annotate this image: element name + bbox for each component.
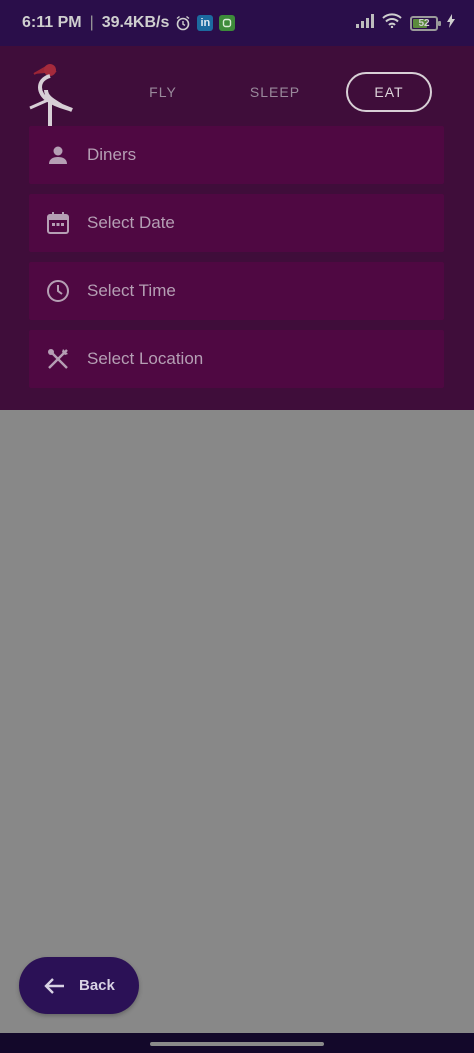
category-tabs: FLY SLEEP EAT [110,72,440,112]
charging-icon [446,13,456,33]
date-field[interactable]: Select Date [29,194,444,252]
clock-icon [45,278,71,304]
back-label: Back [79,977,115,994]
home-gesture-handle[interactable] [150,1042,324,1046]
status-bar: 6:11 PM | 39.4KB/s in 52 [0,0,474,46]
status-separator: | [89,14,94,31]
signal-icon [356,13,374,33]
calendar-icon [45,210,71,236]
network-speed: 39.4KB/s [101,14,170,31]
fork-knife-icon [45,346,71,372]
tab-fly[interactable]: FLY [130,72,196,112]
diners-placeholder: Diners [87,145,137,164]
linkedin-icon: in [197,15,214,31]
location-placeholder: Select Location [87,349,204,368]
system-nav-bar [0,1033,474,1053]
status-left: 6:11 PM | 39.4KB/s in [22,14,236,32]
time-placeholder: Select Time [87,281,176,300]
time-field[interactable]: Select Time [29,262,444,320]
back-button[interactable]: Back [19,957,139,1014]
diners-field[interactable]: Diners [29,126,444,184]
status-time: 6:11 PM [22,14,82,31]
tab-eat[interactable]: EAT [346,72,432,112]
app-notification-icon [219,15,236,31]
heron-logo-icon [26,58,84,130]
location-field[interactable]: Select Location [29,330,444,388]
status-right: 52 [356,13,456,33]
alarm-icon [175,15,191,31]
person-icon [45,142,71,168]
wifi-icon [382,13,402,33]
date-placeholder: Select Date [87,213,175,232]
arrow-left-icon [43,975,65,997]
tab-sleep[interactable]: SLEEP [240,72,310,112]
booking-panel: FLY SLEEP EAT Diners Select Date Select … [0,46,474,410]
battery-level: 52 [418,17,430,29]
battery-icon: 52 [410,15,441,31]
